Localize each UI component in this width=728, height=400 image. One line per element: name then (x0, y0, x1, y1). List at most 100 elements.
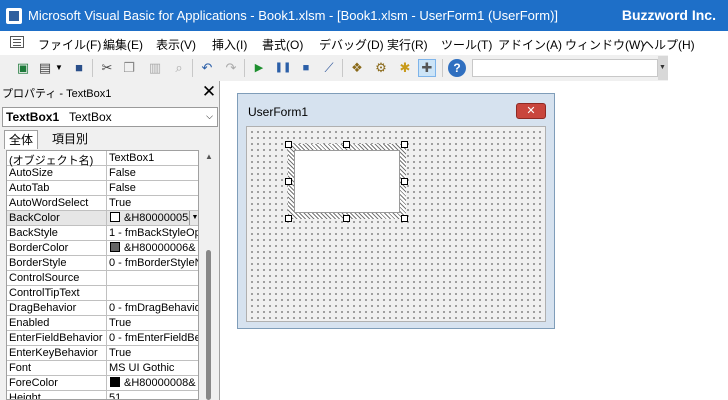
close-icon[interactable]: ✕ (200, 83, 218, 101)
property-row[interactable]: BackStyle 1 - fmBackStyleOpaque (7, 226, 198, 241)
resize-handle-top-left[interactable] (285, 141, 292, 148)
property-value[interactable]: &H80000008& (109, 377, 198, 389)
dropdown-arrow-icon[interactable]: ▼ (189, 211, 198, 225)
property-name: BackColor (9, 212, 60, 224)
toolbar-overflow-button[interactable] (658, 56, 668, 80)
save-icon[interactable]: ■ (70, 59, 88, 77)
property-row[interactable]: ControlTipText (7, 286, 198, 301)
color-swatch (110, 377, 120, 387)
menu-tools[interactable]: ツール(T) (441, 36, 492, 53)
property-row[interactable]: BackColor &H80000005& ▼ (7, 211, 198, 226)
break-icon[interactable]: ❚❚ (274, 59, 292, 77)
paste-icon[interactable]: ▥ (146, 59, 164, 77)
brand-label: Buzzword Inc. (621, 7, 716, 23)
property-value[interactable]: 0 - fmEnterFieldBehaviorSelectAll (109, 332, 198, 344)
insert-userform-icon[interactable]: ▤ (36, 59, 54, 77)
object-browser-icon[interactable]: ✱ (396, 59, 414, 77)
title-bar: Microsoft Visual Basic for Applications … (0, 0, 728, 31)
property-value[interactable]: False (109, 182, 198, 194)
object-selector[interactable]: TextBox1 TextBox ⌵ (2, 107, 218, 127)
property-value[interactable]: 0 - fmDragBehaviorDisabled (109, 302, 198, 314)
property-row[interactable]: AutoWordSelect True (7, 196, 198, 211)
property-row[interactable]: EnterKeyBehavior True (7, 346, 198, 361)
menu-run[interactable]: 実行(R) (387, 36, 428, 53)
undo-icon[interactable]: ↶ (198, 59, 216, 77)
property-divider (106, 316, 107, 330)
property-row[interactable]: Font MS UI Gothic (7, 361, 198, 376)
property-row[interactable]: AutoTab False (7, 181, 198, 196)
property-value-text: MS UI Gothic (109, 362, 175, 374)
reset-icon[interactable]: ■ (297, 59, 315, 77)
property-grid-scrollbar[interactable]: ▲ (201, 150, 218, 400)
resize-handle-bottom[interactable] (343, 215, 350, 222)
property-value[interactable]: &H80000006& (109, 242, 198, 254)
property-value-text: TextBox1 (109, 152, 155, 164)
property-value[interactable]: True (109, 197, 198, 209)
window-title: Microsoft Visual Basic for Applications … (28, 8, 559, 23)
resize-handle-left[interactable] (285, 178, 292, 185)
project-explorer-icon[interactable]: ❖ (348, 59, 366, 77)
property-row[interactable]: AutoSize False (7, 166, 198, 181)
textbox-selection-frame[interactable] (288, 144, 406, 219)
help-icon[interactable]: ? (448, 59, 466, 77)
chevron-down-icon[interactable]: ⌵ (206, 111, 213, 122)
cut-icon[interactable]: ✂ (98, 59, 116, 77)
property-row[interactable]: ForeColor &H80000008& (7, 376, 198, 391)
property-name: DragBehavior (9, 302, 77, 314)
menu-edit[interactable]: 編集(E) (103, 36, 143, 53)
menu-file[interactable]: ファイル(F) (38, 36, 101, 53)
object-type: TextBox (69, 110, 112, 124)
standard-toolbar: ▣ ▤ ▼ ■ ✂ ❐ ▥ ⌕ ↶ ↷ ▶ ❚❚ ■ ⟋ ❖ ⚙ ✱ ✚ ? (0, 55, 668, 82)
tab-alphabetic[interactable]: 全体 (4, 130, 39, 149)
property-value[interactable]: False (109, 167, 198, 179)
property-value[interactable]: 0 - fmBorderStyleNone (109, 257, 198, 269)
property-grid: (オブジェクト名) TextBox1 AutoSize False AutoTab Fal… (6, 150, 199, 400)
dropdown-arrow-icon[interactable]: ▼ (54, 59, 64, 77)
properties-icon[interactable]: ⚙ (372, 59, 390, 77)
menu-debug[interactable]: デバッグ(D) (319, 36, 384, 53)
system-menu-icon[interactable] (10, 36, 24, 48)
textbox1-control[interactable] (294, 150, 400, 213)
property-row[interactable]: DragBehavior 0 - fmDragBehaviorDisabled (7, 301, 198, 316)
property-row[interactable]: (オブジェクト名) TextBox1 (7, 151, 198, 167)
toolbox-icon[interactable]: ✚ (418, 59, 436, 77)
close-icon[interactable]: ✕ (516, 103, 546, 119)
design-mode-icon[interactable]: ⟋ (320, 59, 338, 77)
userform-canvas[interactable] (246, 126, 546, 322)
redo-icon[interactable]: ↷ (222, 59, 240, 77)
property-value[interactable]: True (109, 317, 198, 329)
resize-handle-top[interactable] (343, 141, 350, 148)
property-row[interactable]: BorderColor &H80000006& (7, 241, 198, 256)
property-row[interactable]: Height 51 (7, 391, 198, 399)
menu-view[interactable]: 表示(V) (156, 36, 196, 53)
property-value[interactable]: True (109, 347, 198, 359)
tab-categorized[interactable]: 項目別 (48, 130, 92, 148)
menu-addins[interactable]: アドイン(A) (498, 36, 562, 53)
property-value[interactable]: TextBox1 (109, 152, 198, 164)
menu-insert[interactable]: 挿入(I) (212, 36, 247, 53)
property-row[interactable]: Enabled True (7, 316, 198, 331)
position-readout (472, 59, 658, 77)
copy-icon[interactable]: ❐ (120, 59, 138, 77)
property-value[interactable]: 51 (109, 392, 198, 399)
property-value[interactable]: MS UI Gothic (109, 362, 198, 374)
scroll-up-icon[interactable]: ▲ (205, 152, 213, 161)
property-name: Enabled (9, 317, 50, 329)
resize-handle-top-right[interactable] (401, 141, 408, 148)
find-icon[interactable]: ⌕ (170, 59, 188, 77)
menu-format[interactable]: 書式(O) (262, 36, 303, 53)
property-row[interactable]: BorderStyle 0 - fmBorderStyleNone (7, 256, 198, 271)
resize-handle-bottom-left[interactable] (285, 215, 292, 222)
property-row[interactable]: EnterFieldBehavior 0 - fmEnterFieldBehavi… (7, 331, 198, 346)
run-icon[interactable]: ▶ (250, 59, 268, 77)
resize-handle-right[interactable] (401, 178, 408, 185)
userform-window[interactable]: UserForm1 ✕ (237, 93, 555, 329)
property-value[interactable]: 1 - fmBackStyleOpaque (109, 227, 198, 239)
menu-help[interactable]: ヘルプ(H) (642, 36, 695, 53)
property-row[interactable]: ControlSource (7, 271, 198, 286)
excel-icon[interactable]: ▣ (14, 59, 32, 77)
resize-handle-bottom-right[interactable] (401, 215, 408, 222)
menu-window[interactable]: ウィンドウ(W) (565, 36, 644, 53)
property-value[interactable]: &H80000005& (109, 212, 198, 224)
scrollbar-thumb[interactable] (206, 250, 211, 400)
